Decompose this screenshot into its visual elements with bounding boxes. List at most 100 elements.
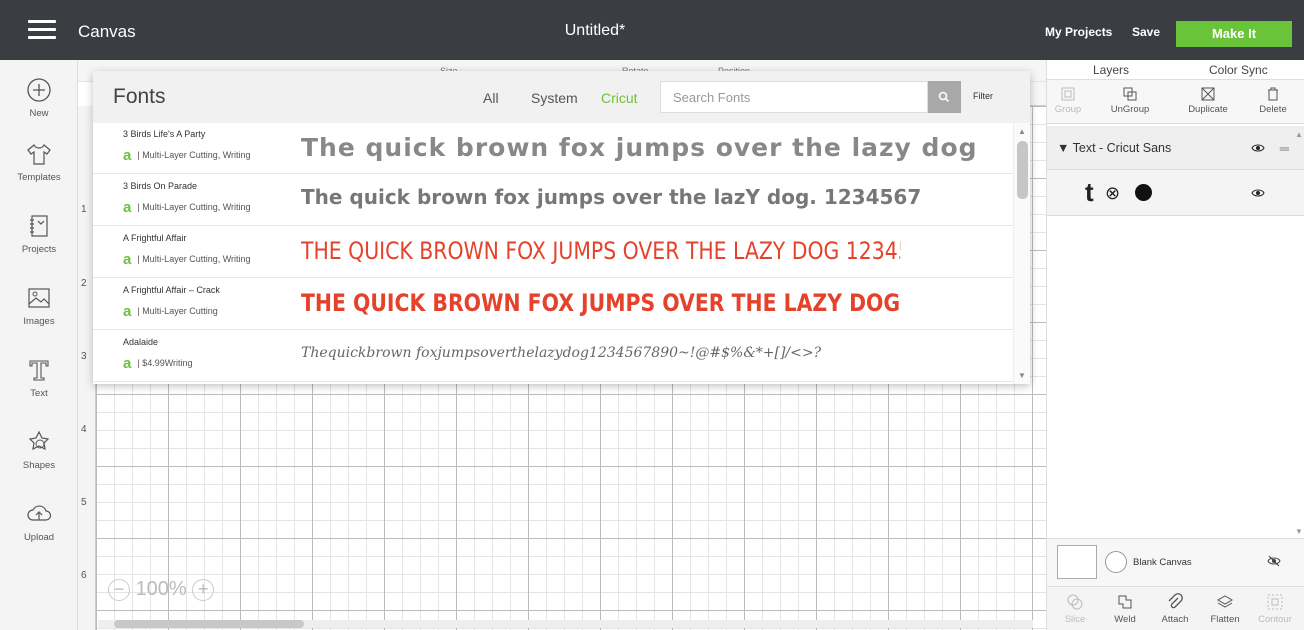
sidebar-label: Upload — [23, 532, 55, 543]
shirt-icon — [25, 140, 53, 168]
canvas-color-swatch[interactable] — [1057, 545, 1097, 579]
layers-scrollbar[interactable]: ▲ ▼ — [1294, 126, 1304, 536]
font-list-scrollbar[interactable]: ▲ ▼ — [1013, 123, 1030, 384]
font-sample: The quick brown fox jumps over the lazY … — [301, 185, 922, 209]
tab-color-sync[interactable]: Color Sync — [1209, 63, 1268, 77]
canvas-radio[interactable] — [1105, 551, 1127, 573]
save-button[interactable]: Save — [1132, 25, 1160, 39]
font-list: 3 Birds Life's A Party a | Multi-Layer Cu… — [93, 123, 1013, 384]
scroll-down-icon[interactable]: ▼ — [1018, 371, 1026, 380]
make-it-button[interactable]: Make It — [1176, 21, 1292, 47]
scroll-up-icon[interactable]: ▲ — [1295, 130, 1303, 139]
layer-action-bar: Slice Weld Attach Flatten Contour — [1047, 586, 1304, 630]
ruler-number: 6 — [81, 570, 87, 581]
font-meta-text: $4.99Writing — [142, 358, 193, 368]
font-picker-panel: Fonts All System Cricut Search Fonts Fil… — [93, 71, 1030, 384]
sidebar-label: Text — [30, 388, 48, 399]
font-sample: Thequickbrown foxjumpsoverthelazydog1234… — [301, 345, 822, 361]
tab-system[interactable]: System — [531, 90, 578, 106]
layer-tools: Group UnGroup Duplicate Delete — [1047, 80, 1304, 124]
sidebar-label: Templates — [17, 172, 61, 183]
eye-icon[interactable] — [1251, 143, 1265, 153]
font-row[interactable]: A Frightful Affair a | Multi-Layer Cuttin… — [93, 227, 1013, 278]
scroll-down-icon[interactable]: ▼ — [1295, 527, 1303, 536]
group-button[interactable]: Group — [1041, 86, 1095, 115]
weld-button[interactable]: Weld — [1105, 593, 1145, 625]
group-icon — [1061, 87, 1075, 101]
duplicate-button[interactable]: Duplicate — [1181, 86, 1235, 115]
document-title: Untitled* — [564, 22, 626, 39]
tab-layers[interactable]: Layers — [1093, 63, 1129, 77]
sidebar-item-upload[interactable]: Upload — [0, 500, 78, 543]
contour-icon — [1267, 594, 1283, 610]
slice-button[interactable]: Slice — [1055, 593, 1095, 625]
cricut-logo-icon: a — [123, 355, 132, 372]
font-meta-text: Multi-Layer Cutting, Writing — [142, 202, 251, 212]
font-row[interactable]: A Frightful Affair – Crack a | Multi-Laye… — [93, 279, 1013, 330]
attach-button[interactable]: Attach — [1155, 593, 1195, 625]
canvas-horizontal-scrollbar[interactable] — [98, 620, 1033, 628]
layers-panel: Layers Color Sync Group UnGroup Duplicat… — [1046, 60, 1304, 630]
layer-group-label: ▼ Text - Cricut Sans — [1057, 141, 1172, 155]
tool-label: Attach — [1161, 614, 1189, 625]
font-row[interactable]: 3 Birds On Parade a | Multi-Layer Cutting… — [93, 175, 1013, 226]
text-icon — [25, 356, 53, 384]
sidebar-item-new[interactable]: New — [0, 76, 78, 119]
layer-type-icon: t — [1085, 177, 1094, 207]
font-meta: a | Multi-Layer Cutting, Writing — [123, 199, 251, 216]
duplicate-icon — [1201, 87, 1215, 101]
sidebar-item-text[interactable]: Text — [0, 356, 78, 399]
blank-canvas-row[interactable]: Blank Canvas — [1047, 538, 1304, 586]
layer-item-row[interactable]: t ⊗ — [1047, 170, 1304, 216]
delete-button[interactable]: Delete — [1246, 86, 1300, 115]
font-name: 3 Birds On Parade — [123, 181, 198, 191]
contour-button[interactable]: Contour — [1255, 593, 1295, 625]
sidebar-item-projects[interactable]: Projects — [0, 212, 78, 255]
layer-group-name: Text - Cricut Sans — [1072, 141, 1172, 155]
sidebar-item-templates[interactable]: Templates — [0, 140, 78, 183]
font-name: 3 Birds Life's A Party — [123, 129, 206, 139]
eye-icon[interactable] — [1251, 188, 1265, 198]
tool-label: Duplicate — [1188, 104, 1228, 115]
sidebar-label: Projects — [21, 244, 57, 255]
font-row[interactable]: 3 Birds Life's A Party a | Multi-Layer Cu… — [93, 123, 1013, 174]
layer-color-swatch[interactable] — [1135, 184, 1152, 201]
font-search-input[interactable]: Search Fonts — [660, 81, 928, 113]
tab-cricut[interactable]: Cricut — [601, 90, 638, 106]
sidebar-item-shapes[interactable]: Shapes — [0, 428, 78, 471]
my-projects-link[interactable]: My Projects — [1045, 25, 1112, 39]
zoom-out-button[interactable]: − — [108, 578, 130, 601]
sidebar-label: Shapes — [22, 460, 56, 471]
flatten-button[interactable]: Flatten — [1205, 593, 1245, 625]
scrollbar-thumb[interactable] — [114, 620, 304, 628]
upload-icon — [25, 500, 53, 528]
font-name: A Frightful Affair – Crack — [123, 285, 220, 295]
cricut-logo-icon: a — [123, 251, 132, 268]
font-meta-text: Multi-Layer Cutting, Writing — [142, 254, 251, 264]
shapes-icon — [25, 428, 53, 456]
layer-group-row[interactable]: ▼ Text - Cricut Sans ═ — [1047, 126, 1304, 170]
paperclip-icon — [1168, 593, 1183, 609]
search-button[interactable] — [928, 81, 961, 113]
font-panel-header: Fonts All System Cricut Search Fonts Fil… — [93, 71, 1030, 123]
ungroup-icon — [1123, 87, 1137, 101]
tool-label: Delete — [1259, 104, 1287, 115]
tool-label: UnGroup — [1110, 104, 1150, 115]
zoom-level: 100% — [135, 578, 187, 600]
eye-hidden-icon[interactable] — [1267, 555, 1281, 567]
tool-label: Weld — [1114, 614, 1136, 625]
font-row[interactable]: Adalaide a | $4.99Writing Thequickbrown f… — [93, 331, 1013, 382]
scrollbar-thumb[interactable] — [1017, 141, 1028, 199]
ungroup-button[interactable]: UnGroup — [1103, 86, 1157, 115]
zoom-in-button[interactable]: + — [192, 578, 215, 601]
top-bar: Canvas Untitled* My Projects Save Make I… — [0, 0, 1304, 60]
sidebar-item-images[interactable]: Images — [0, 284, 78, 327]
ruler-number: 4 — [81, 424, 87, 435]
font-sample: The quick brown fox jumps over the lazy … — [301, 133, 978, 162]
filter-button[interactable]: Filter — [973, 91, 993, 101]
scroll-up-icon[interactable]: ▲ — [1018, 127, 1026, 136]
menu-lines-icon[interactable]: ═ — [1280, 141, 1289, 156]
tab-all[interactable]: All — [483, 90, 499, 106]
image-icon — [25, 284, 53, 312]
font-sample: THE QUICK BROWN FOX JUMPS OVER THE LAZY … — [301, 289, 901, 317]
